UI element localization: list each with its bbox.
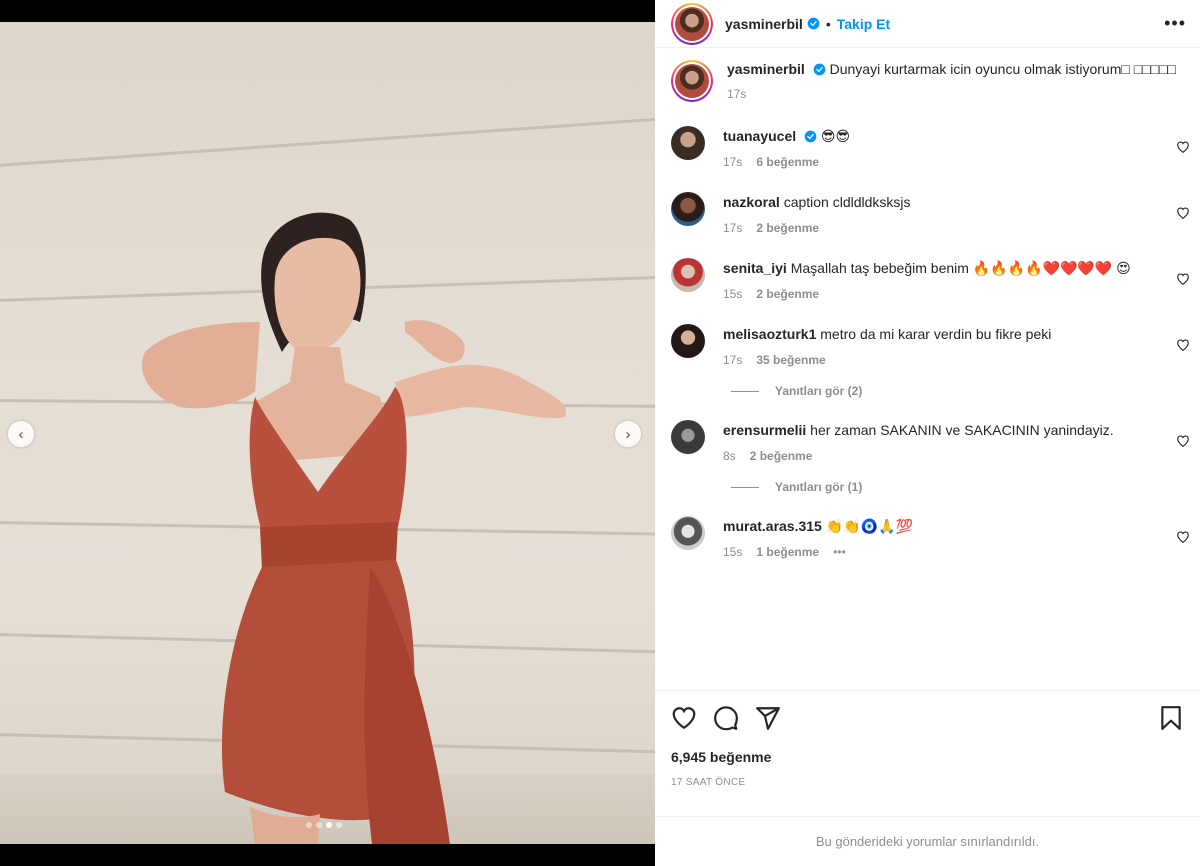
comment-heart-icon[interactable]: [1176, 206, 1190, 220]
comment-likes-button[interactable]: 35 beğenme: [756, 350, 825, 370]
comment-item: melisaozturk1 metro da mi karar verdin b…: [671, 324, 1189, 370]
comment-likes-button[interactable]: 1 beğenme: [756, 542, 819, 562]
comment-text: 👏👏🧿🙏💯: [825, 518, 913, 534]
comment-text: her zaman SAKANIN ve SAKACININ yanindayi…: [810, 422, 1114, 438]
comment-text: 😎😎: [820, 128, 851, 144]
comment-heart-icon[interactable]: [1176, 140, 1190, 154]
comments-list[interactable]: yasminerbil Dunyayi kurtarmak icin oyunc…: [655, 48, 1200, 690]
comment-text: caption cldldldksksjs: [783, 194, 911, 210]
comment-time: 17s: [723, 221, 743, 235]
comment-item: senita_iyi Maşallah taş bebeğim benim 🔥🔥…: [671, 258, 1189, 304]
comment-avatar[interactable]: [671, 324, 705, 358]
author-avatar[interactable]: [671, 2, 713, 45]
view-replies-button[interactable]: Yanıtları gör (1): [731, 480, 1184, 494]
view-replies-label[interactable]: Yanıtları gör (1): [775, 480, 862, 494]
view-replies-button[interactable]: Yanıtları gör (2): [731, 384, 1184, 398]
replies-divider: [731, 486, 759, 488]
comment-username[interactable]: melisaozturk1: [723, 326, 816, 342]
like-count[interactable]: 6,945 beğenme: [671, 749, 1184, 765]
verified-badge-icon: [813, 63, 826, 76]
post-media: ‹ ›: [0, 0, 655, 866]
post-time: 17 SAAT ÖNCE: [671, 777, 746, 788]
comment-item: erensurmelii her zaman SAKANIN ve SAKACI…: [671, 420, 1189, 466]
share-icon[interactable]: [755, 705, 781, 731]
comment-text: metro da mi karar verdin bu fikre peki: [820, 326, 1052, 342]
comment-item: nazkoral caption cldldldksksjs 17s 2 beğ…: [671, 192, 1189, 238]
comment-icon[interactable]: [713, 705, 739, 731]
carousel-dot: [336, 822, 342, 828]
comment-avatar[interactable]: [671, 516, 705, 550]
comment-likes-button[interactable]: 6 beğenme: [756, 152, 819, 172]
chevron-left-icon[interactable]: ‹: [8, 421, 34, 447]
comment-heart-icon[interactable]: [1176, 530, 1190, 544]
comment-heart-icon[interactable]: [1176, 338, 1190, 352]
person-figure: [141, 212, 566, 844]
comment-time: 17s: [723, 353, 743, 367]
author-username[interactable]: yasminerbil: [725, 16, 803, 32]
carousel-dot: [316, 822, 322, 828]
comment-time: 17s: [723, 155, 743, 169]
carousel-dot: [306, 822, 312, 828]
comment-time: 15s: [723, 545, 743, 559]
comment-item: murat.aras.315 👏👏🧿🙏💯 15s 1 beğenme •••: [671, 516, 1189, 562]
comment-heart-icon[interactable]: [1176, 272, 1190, 286]
bookmark-icon[interactable]: [1158, 705, 1184, 731]
comment-heart-icon[interactable]: [1176, 434, 1190, 448]
caption-time: 17s: [727, 87, 747, 101]
comment-text: Maşallah taş bebeğim benim 🔥🔥🔥🔥❤️❤️❤️❤️ …: [790, 260, 1131, 276]
comment-likes-button[interactable]: 2 beğenme: [756, 218, 819, 238]
comment-avatar[interactable]: [671, 192, 705, 226]
comment-time: 8s: [723, 449, 736, 463]
caption-username[interactable]: yasminerbil: [727, 61, 805, 77]
comment-username[interactable]: erensurmelii: [723, 422, 806, 438]
comments-limited-notice: Bu gönderideki yorumlar sınırlandırıldı.: [655, 816, 1200, 866]
comment-likes-button[interactable]: 2 beğenme: [750, 446, 813, 466]
like-heart-icon[interactable]: [671, 705, 697, 731]
verified-badge-icon: [804, 130, 817, 143]
follow-button[interactable]: Takip Et: [837, 16, 890, 32]
comment-username[interactable]: nazkoral: [723, 194, 780, 210]
comment-more-icon[interactable]: •••: [833, 542, 846, 562]
caption-avatar[interactable]: [671, 60, 713, 102]
post-modal: ‹ › yasminerbil • Takip Et ••• yasminerb…: [0, 0, 1200, 866]
post-actions: 6,945 beğenme 17 SAAT ÖNCE Bu gönderidek…: [655, 690, 1200, 866]
replies-divider: [731, 390, 759, 392]
comment-time: 15s: [723, 287, 743, 301]
post-panel: yasminerbil • Takip Et ••• yasminerbil D…: [655, 0, 1200, 866]
carousel-dots: [306, 822, 342, 828]
post-photo[interactable]: [0, 22, 655, 844]
comment-avatar[interactable]: [671, 420, 705, 454]
comment-username[interactable]: senita_iyi: [723, 260, 787, 276]
post-header: yasminerbil • Takip Et •••: [655, 0, 1200, 48]
comment-likes-button[interactable]: 2 beğenme: [756, 284, 819, 304]
post-caption: yasminerbil Dunyayi kurtarmak icin oyunc…: [671, 60, 1184, 102]
comment-item: tuanayucel 😎😎 17s 6 beğenme: [671, 126, 1189, 172]
header-separator: •: [825, 15, 831, 32]
comment-username[interactable]: murat.aras.315: [723, 518, 822, 534]
more-options-icon[interactable]: •••: [1164, 13, 1186, 34]
verified-badge-icon: [807, 17, 820, 30]
caption-text: Dunyayi kurtarmak icin oyuncu olmak isti…: [829, 61, 1176, 77]
comment-avatar[interactable]: [671, 258, 705, 292]
chevron-right-icon[interactable]: ›: [615, 421, 641, 447]
view-replies-label[interactable]: Yanıtları gör (2): [775, 384, 862, 398]
comment-avatar[interactable]: [671, 126, 705, 160]
carousel-dot-active: [326, 822, 332, 828]
comment-username[interactable]: tuanayucel: [723, 128, 796, 144]
action-bar: [671, 705, 1184, 731]
